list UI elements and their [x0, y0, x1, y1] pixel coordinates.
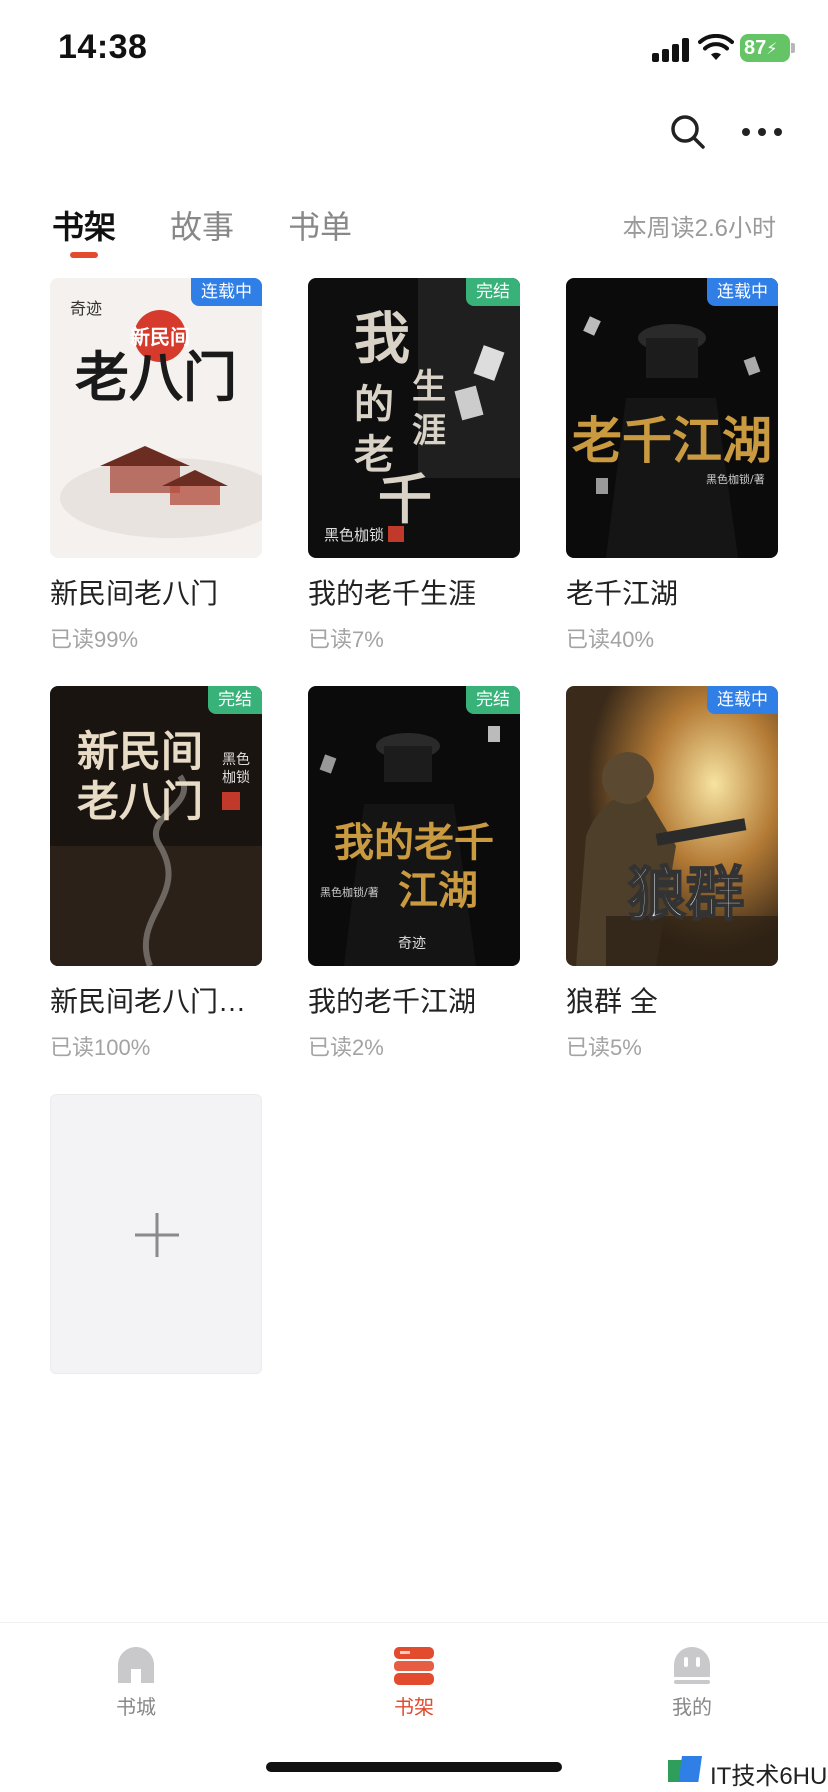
status-badge: 连载中 [191, 278, 262, 306]
tabbar-label: 我的 [672, 1697, 712, 1719]
book-title[interactable]: 狼群 全 [566, 980, 778, 1020]
book-title[interactable]: 新民间老八门… [50, 980, 262, 1020]
home-indicator [266, 1762, 562, 1772]
svg-text:江湖: 江湖 [398, 867, 478, 914]
status-badge: 连载中 [707, 278, 778, 306]
add-book-button[interactable] [50, 1094, 262, 1374]
svg-text:新民间: 新民间 [77, 727, 203, 776]
bookstore-home-icon [118, 1647, 154, 1683]
svg-text:黑色枷锁/著: 黑色枷锁/著 [320, 885, 379, 899]
watermark-logo-icon [668, 1756, 702, 1782]
battery-indicator: 87⚡ [740, 34, 790, 62]
tabbar-item-bookshelf[interactable]: 书架 [354, 1643, 474, 1720]
more-horizontal-icon[interactable] [740, 118, 784, 146]
svg-text:老八门: 老八门 [77, 777, 203, 826]
book-progress: 已读7% [308, 627, 384, 652]
svg-text:黑色枷锁/著: 黑色枷锁/著 [706, 472, 765, 486]
book-card[interactable]: 狼群 连载中 狼群 全 已读5% [566, 686, 778, 1062]
svg-text:枷锁: 枷锁 [222, 770, 250, 786]
book-cover[interactable]: 我的老千 江湖 黑色枷锁/著 奇迹 完结 [308, 686, 520, 966]
tab-booklists[interactable]: 书单 [288, 202, 352, 248]
svg-text:千: 千 [378, 467, 432, 531]
book-card[interactable]: 我的老千 江湖 黑色枷锁/著 奇迹 完结 我的老千江湖 已读2% [308, 686, 520, 1062]
bookshelf-icon [394, 1647, 434, 1685]
svg-text:我的老千: 我的老千 [334, 819, 494, 866]
tabbar-label: 书城 [116, 1697, 156, 1719]
book-title[interactable]: 我的老千江湖 [308, 980, 520, 1020]
weekly-reading-time[interactable]: 本周读2.6小时 [623, 208, 776, 243]
book-progress: 已读5% [566, 1035, 642, 1060]
svg-text:生: 生 [412, 367, 446, 407]
svg-text:涯: 涯 [412, 411, 446, 451]
book-progress: 已读40% [566, 627, 655, 652]
tab-stories[interactable]: 故事 [170, 202, 234, 248]
svg-text:我: 我 [354, 306, 410, 372]
book-cover[interactable]: 新民间 老八门 黑色 枷锁 完结 [50, 686, 262, 966]
book-title[interactable]: 我的老千生涯 [308, 572, 520, 612]
book-progress: 已读2% [308, 1035, 384, 1060]
book-title[interactable]: 新民间老八门 [50, 572, 262, 612]
book-progress: 已读100% [50, 1035, 151, 1060]
svg-text:黑色枷锁: 黑色枷锁 [324, 526, 384, 544]
book-progress: 已读99% [50, 627, 139, 652]
watermark-text: IT技术6HU [710, 1763, 828, 1790]
cellular-signal-icon [652, 38, 692, 62]
status-badge: 完结 [466, 278, 520, 306]
battery-cap [791, 43, 795, 53]
book-card[interactable]: 老千江湖 黑色枷锁/著 连载中 老千江湖 已读40% [566, 278, 778, 654]
status-badge: 连载中 [707, 686, 778, 714]
wifi-icon [698, 34, 734, 60]
book-card[interactable]: 新民间 老八门 奇迹 连载中 新民间老八门 已读99% [50, 278, 262, 654]
book-title[interactable]: 老千江湖 [566, 572, 778, 612]
book-card[interactable]: 我 的 老 千 生 涯 黑色枷锁 完结 我的老千生涯 已读7% [308, 278, 520, 654]
tab-bookshelf[interactable]: 书架 [52, 202, 116, 248]
tabbar-item-profile[interactable]: 我的 [632, 1643, 752, 1720]
book-card[interactable]: 新民间 老八门 黑色 枷锁 完结 新民间老八门… 已读100% [50, 686, 262, 1062]
tabbar-label: 书架 [394, 1697, 434, 1719]
tabbar-item-bookstore[interactable]: 书城 [76, 1643, 196, 1720]
book-cover[interactable]: 新民间 老八门 奇迹 连载中 [50, 278, 262, 558]
plus-icon [135, 1213, 179, 1257]
profile-icon [674, 1647, 710, 1684]
charging-bolt-icon: ⚡ [766, 41, 778, 58]
search-icon[interactable] [668, 112, 708, 152]
battery-level: 87 [744, 37, 767, 59]
book-cover[interactable]: 狼群 连载中 [566, 686, 778, 966]
svg-text:黑色: 黑色 [222, 751, 250, 768]
status-badge: 完结 [466, 686, 520, 714]
tab-active-indicator [70, 252, 98, 258]
svg-text:的: 的 [354, 381, 394, 428]
svg-text:奇迹: 奇迹 [70, 299, 102, 318]
svg-text:狼群: 狼群 [628, 860, 744, 928]
cover-title: 老八门 [75, 345, 237, 409]
svg-text:老千江湖: 老千江湖 [572, 411, 772, 470]
status-badge: 完结 [208, 686, 262, 714]
status-time: 14:38 [58, 28, 148, 66]
book-cover[interactable]: 我 的 老 千 生 涯 黑色枷锁 完结 [308, 278, 520, 558]
svg-text:奇迹: 奇迹 [398, 935, 426, 952]
book-cover[interactable]: 老千江湖 黑色枷锁/著 连载中 [566, 278, 778, 558]
status-bar: 14:38 87⚡ [0, 0, 828, 100]
